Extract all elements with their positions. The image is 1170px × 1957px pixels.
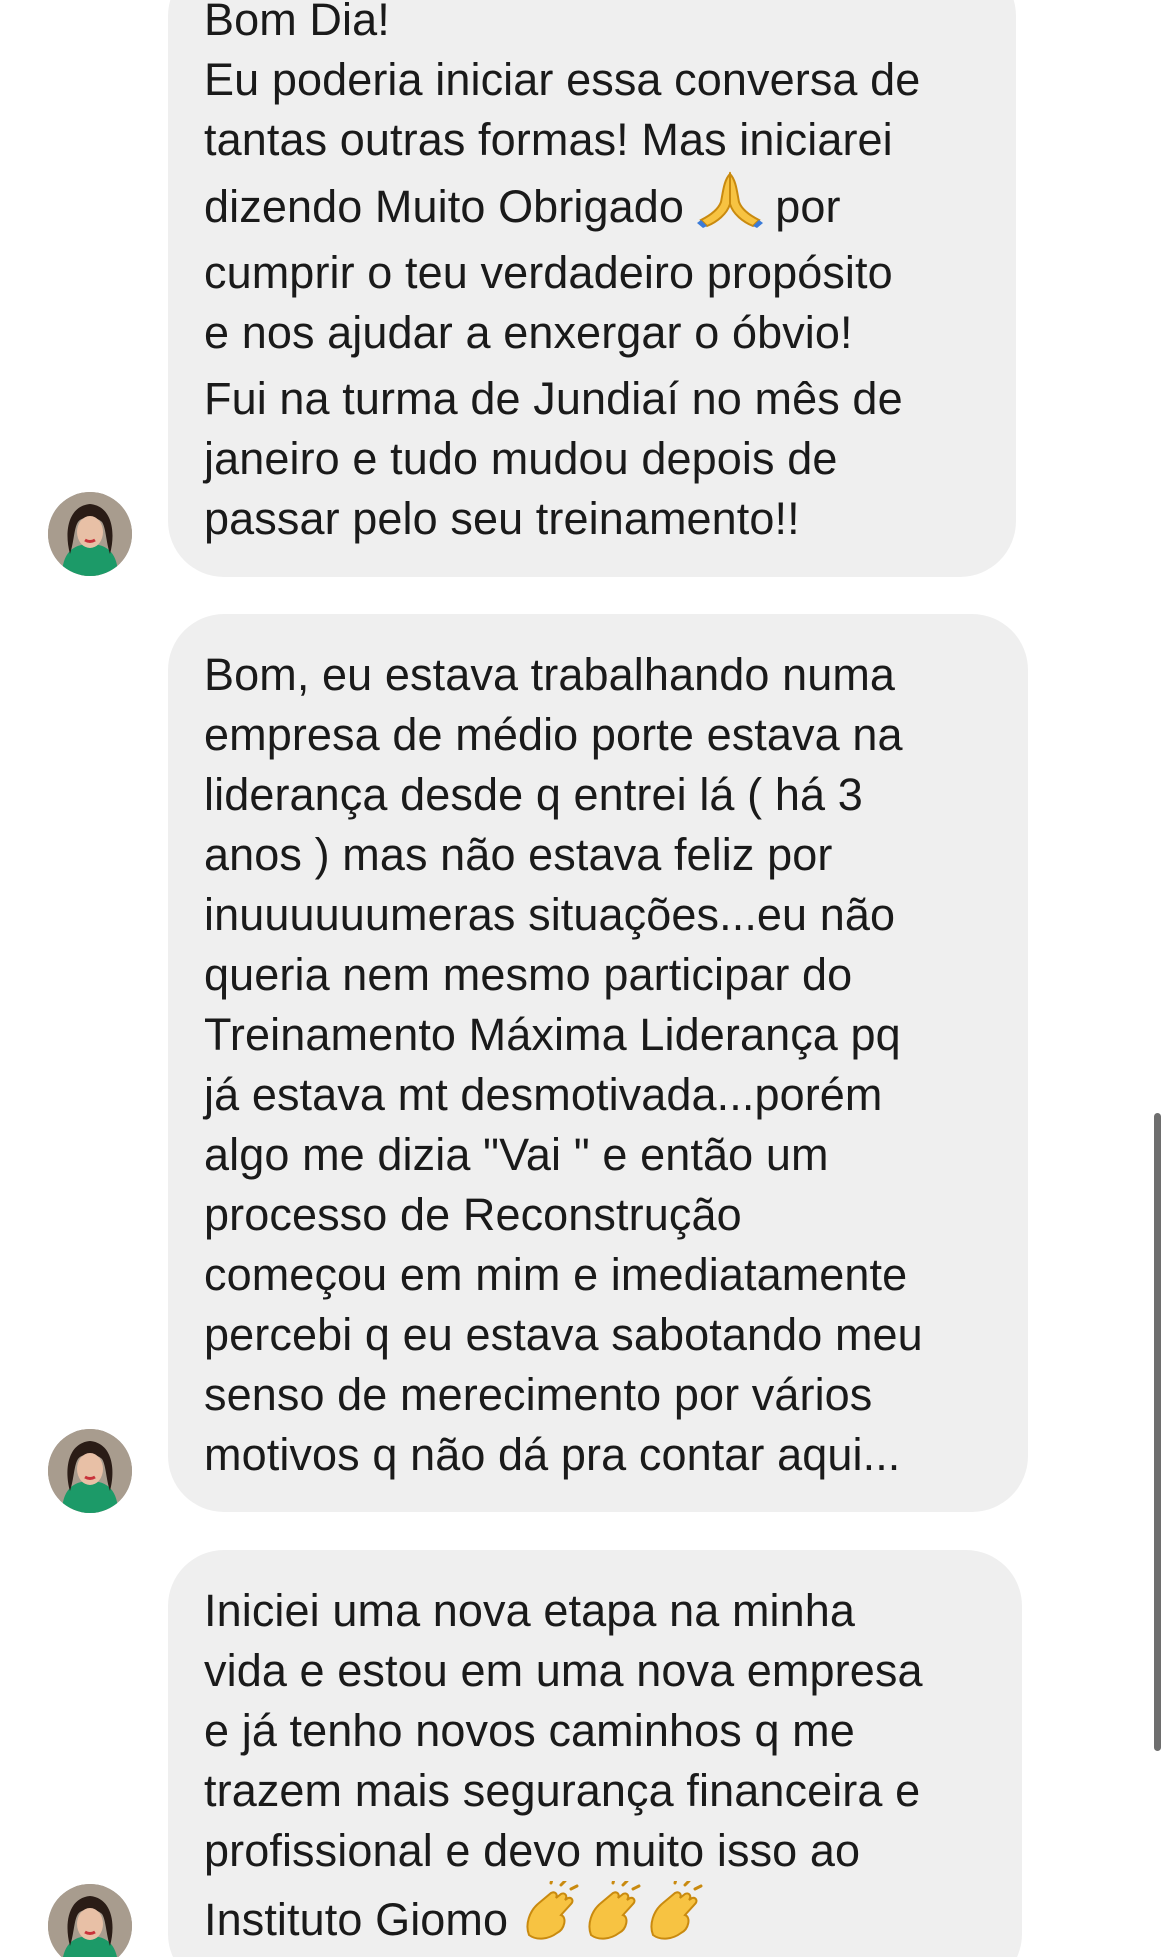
message-line: profissional e devo muito isso ao	[204, 1825, 861, 1876]
message-line: já estava mt desmotivada...porém	[204, 1069, 883, 1120]
message-line: Eu poderia iniciar essa conversa de	[204, 54, 921, 105]
message-line: tantas outras formas! Mas iniciarei	[204, 114, 893, 165]
message-line: queria nem mesmo participar do	[204, 949, 853, 1000]
message-line: Treinamento Máxima Liderança pq	[204, 1009, 901, 1060]
message-line: e já tenho novos caminhos q me	[204, 1705, 855, 1756]
message-line: Iniciei uma nova etapa na minha	[204, 1585, 856, 1636]
folded-hands-emoji	[696, 170, 763, 243]
message-line-text: dizendo Muito Obrigado	[204, 181, 684, 232]
message-line: começou em mim e imediatamente	[204, 1249, 908, 1300]
clapping-hands-emoji	[645, 1877, 707, 1956]
message-line: motivos q não dá pra contar aqui...	[204, 1429, 901, 1480]
message-line: vida e estou em uma nova empresa	[204, 1645, 923, 1696]
message-line: Bom, eu estava trabalhando numa	[204, 649, 896, 700]
avatar[interactable]	[48, 492, 132, 576]
message-line: Fui na turma de Jundiaí no mês de	[204, 373, 903, 424]
message-line: Bom Dia!	[204, 0, 390, 45]
message-line: passar pelo seu treinamento!!	[204, 493, 800, 544]
avatar[interactable]	[48, 1884, 132, 1957]
message-bubble[interactable]: Bom Dia! Eu poderia iniciar essa convers…	[168, 0, 1016, 577]
profile-photo-icon	[48, 492, 132, 576]
message-line: percebi q eu estava sabotando meu	[204, 1309, 923, 1360]
message-bubble[interactable]: Bom, eu estava trabalhando numa empresa …	[168, 614, 1028, 1512]
message-line: cumprir o teu verdadeiro propósito	[204, 247, 893, 298]
message-line-text: por	[775, 181, 841, 232]
message-line: algo me dizia "Vai " e então um	[204, 1129, 829, 1180]
message-line: senso de merecimento por vários	[204, 1369, 873, 1420]
message-line-text: Instituto Giomo	[204, 1894, 509, 1945]
message-line: empresa de médio porte estava na	[204, 709, 903, 760]
message-line: e nos ajudar a enxergar o óbvio!	[204, 307, 853, 358]
message-line: processo de Reconstrução	[204, 1189, 742, 1240]
message-line: liderança desde q entrei lá ( há 3	[204, 769, 863, 820]
clapping-hands-emoji	[583, 1877, 645, 1956]
profile-photo-icon	[48, 1884, 132, 1957]
message-line: janeiro e tudo mudou depois de	[204, 433, 838, 484]
avatar[interactable]	[48, 1429, 132, 1513]
message-line: inuuuuuumeras situações...eu não	[204, 889, 896, 940]
message-thread[interactable]: Bom Dia! Eu poderia iniciar essa convers…	[0, 0, 1170, 1957]
message-line: trazem mais segurança financeira e	[204, 1765, 921, 1816]
message-line: dizendo Muito Obrigado por	[204, 170, 980, 243]
profile-photo-icon	[48, 1429, 132, 1513]
message-bubble[interactable]: Iniciei uma nova etapa na minha vida e e…	[168, 1550, 1022, 1957]
message-line: Instituto Giomo	[204, 1877, 986, 1956]
message-line: anos ) mas não estava feliz por	[204, 829, 833, 880]
clapping-hands-emoji	[521, 1877, 583, 1956]
scrollbar[interactable]	[1154, 1113, 1161, 1751]
